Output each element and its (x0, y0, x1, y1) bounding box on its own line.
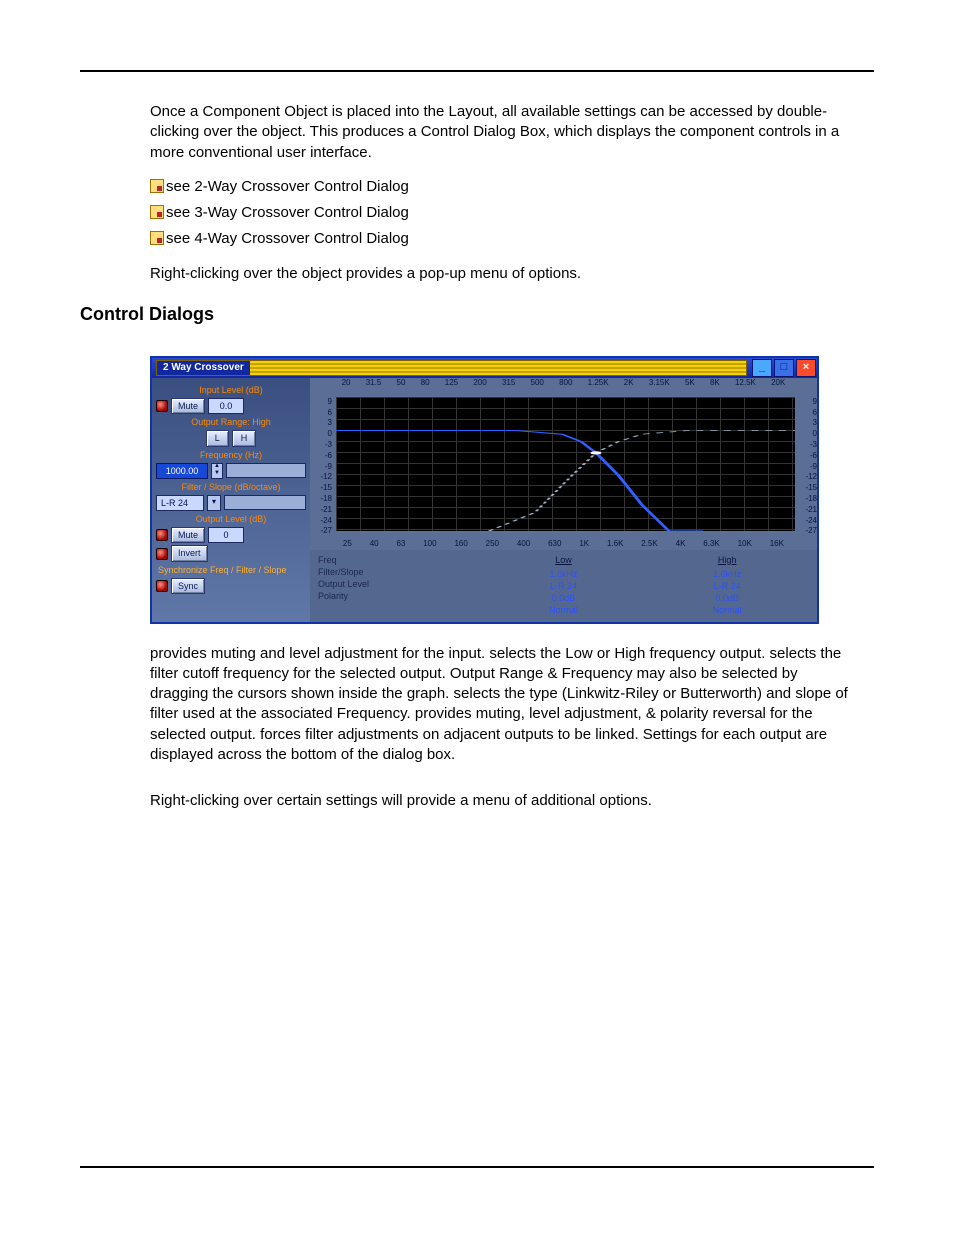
filter-slope-select[interactable]: L-R 24 (156, 495, 204, 511)
description-paragraph: provides muting and level adjustment for… (150, 644, 854, 766)
doc-icon (150, 231, 164, 245)
chevron-down-icon[interactable]: ▾ (207, 495, 221, 511)
dialog-title: 2 Way Crossover (157, 361, 250, 375)
output-level-label: Output Level (dB) (156, 513, 306, 525)
sync-led (156, 580, 168, 592)
x-axis-top: 2031.550801252003155008001.25K2K3.15K5K8… (310, 378, 817, 389)
bottom-note: Right-clicking over certain settings wil… (150, 791, 854, 811)
rightclick-note: Right-clicking over the object provides … (150, 264, 854, 284)
invert-led (156, 548, 168, 560)
output-range-label: Output Range: High (156, 416, 306, 428)
doc-icon (150, 205, 164, 219)
output-mute-button[interactable]: Mute (171, 527, 205, 543)
input-mute-button[interactable]: Mute (171, 398, 205, 414)
filter-slope-slider[interactable] (224, 495, 306, 510)
dialog-titlebar[interactable]: 2 Way Crossover _ □ × (152, 358, 817, 378)
output-range-low-button[interactable]: L (206, 430, 229, 446)
frequency-spinner[interactable]: ▲▼ (211, 463, 223, 479)
y-axis-left: 9630-3-6-9-12-15-18-21-24-27 (310, 389, 334, 539)
window-minimize-button[interactable]: _ (752, 359, 772, 377)
window-close-button[interactable]: × (796, 359, 816, 377)
filter-slope-label: Filter / Slope (dB/octave) (156, 481, 306, 493)
crossover-dialog-screenshot: 2 Way Crossover _ □ × Input Level (dB) M… (150, 356, 819, 624)
intro-paragraph: Once a Component Object is placed into t… (150, 102, 854, 163)
invert-button[interactable]: Invert (171, 545, 208, 561)
frequency-field[interactable]: 1000.00 (156, 463, 208, 479)
response-graph[interactable] (336, 397, 795, 531)
sync-label: Synchronize Freq / Filter / Slope (156, 564, 306, 576)
x-axis-bottom: 2540631001602504006301K1.6K2.5K4K6.3K10K… (310, 539, 817, 550)
see-link-2way[interactable]: see 2-Way Crossover Control Dialog (150, 177, 854, 197)
see-link-3way[interactable]: see 3-Way Crossover Control Dialog (150, 203, 854, 223)
frequency-slider[interactable] (226, 463, 306, 478)
input-mute-led (156, 400, 168, 412)
output-range-high-button[interactable]: H (232, 430, 257, 446)
sync-button[interactable]: Sync (171, 578, 205, 594)
window-maximize-button[interactable]: □ (774, 359, 794, 377)
see-link-4way[interactable]: see 4-Way Crossover Control Dialog (150, 229, 854, 249)
frequency-label: Frequency (Hz) (156, 449, 306, 461)
output-level-field[interactable]: 0 (208, 527, 244, 543)
section-heading: Control Dialogs (80, 302, 854, 326)
y-axis-right: 9630-3-6-9-12-15-18-21-24-27 (797, 389, 817, 539)
input-level-label: Input Level (dB) (156, 384, 306, 396)
doc-icon (150, 179, 164, 193)
input-level-field[interactable]: 0.0 (208, 398, 244, 414)
control-panel: Input Level (dB) Mute 0.0 Output Range: … (152, 378, 310, 622)
output-summary-strip: Freq Filter/Slope Output Level Polarity … (310, 550, 817, 622)
output-mute-led (156, 529, 168, 541)
